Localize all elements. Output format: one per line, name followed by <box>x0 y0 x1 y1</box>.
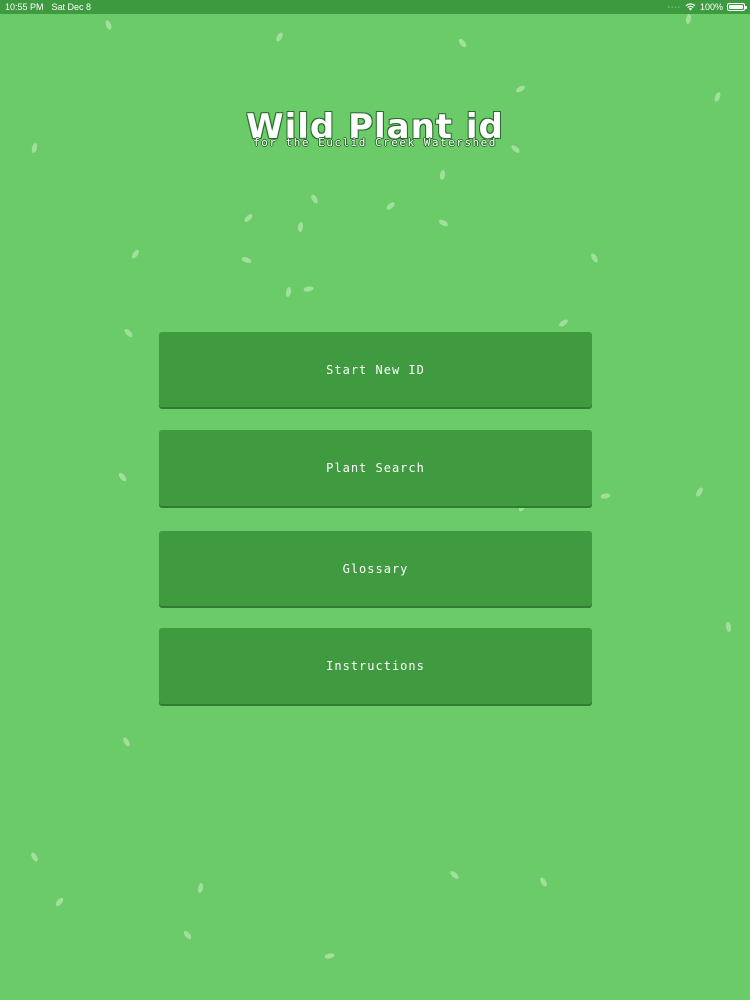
leaf-icon <box>557 318 570 328</box>
leaf-icon <box>457 37 468 49</box>
leaf-icon <box>449 869 460 881</box>
leaf-icon <box>285 286 292 298</box>
leaf-icon <box>324 952 335 960</box>
battery-percent: 100% <box>699 2 723 12</box>
battery-icon <box>727 3 747 11</box>
app-header: Wild Plant id for the Euclid Creek Water… <box>0 108 750 149</box>
leaf-icon <box>243 212 254 224</box>
battery-fill <box>729 5 743 9</box>
status-bar: 10:55 PM Sat Dec 8 ···· 100% <box>0 0 750 14</box>
status-left: 10:55 PM Sat Dec 8 <box>5 2 91 12</box>
leaf-icon <box>725 621 732 633</box>
leaf-icon <box>123 327 134 339</box>
leaf-icon <box>437 218 450 228</box>
leaf-icon <box>54 896 65 908</box>
leaf-icon <box>274 31 285 43</box>
glossary-button[interactable]: Glossary <box>159 531 592 606</box>
signal-dots-icon: ···· <box>667 3 681 11</box>
leaf-icon <box>197 882 204 894</box>
instructions-button[interactable]: Instructions <box>159 628 592 704</box>
status-date: Sat Dec 8 <box>51 2 92 12</box>
leaf-icon <box>439 169 446 181</box>
leaf-icon <box>297 221 304 233</box>
leaf-icon <box>694 486 705 498</box>
leaf-icon <box>514 84 527 94</box>
leaf-icon <box>130 248 141 260</box>
leaf-icon <box>309 193 320 205</box>
status-right: ···· 100% <box>667 2 747 12</box>
leaf-icon <box>685 13 692 25</box>
leaf-icon <box>385 200 396 212</box>
leaf-icon <box>303 285 314 293</box>
leaf-icon <box>713 91 722 103</box>
leaf-icon <box>600 492 611 500</box>
leaf-icon <box>121 736 132 748</box>
leaf-icon <box>182 929 193 941</box>
leaf-icon <box>29 851 40 863</box>
leaf-icon <box>589 252 600 264</box>
plant-search-button[interactable]: Plant Search <box>159 430 592 506</box>
leaf-icon <box>538 876 549 888</box>
status-time: 10:55 PM <box>5 2 44 12</box>
start-new-id-button[interactable]: Start New ID <box>159 332 592 407</box>
leaf-icon <box>117 471 128 483</box>
app-subtitle: for the Euclid Creek Watershed <box>253 136 497 149</box>
leaf-icon <box>104 19 113 31</box>
wifi-icon <box>685 3 696 11</box>
leaf-icon <box>240 255 253 265</box>
